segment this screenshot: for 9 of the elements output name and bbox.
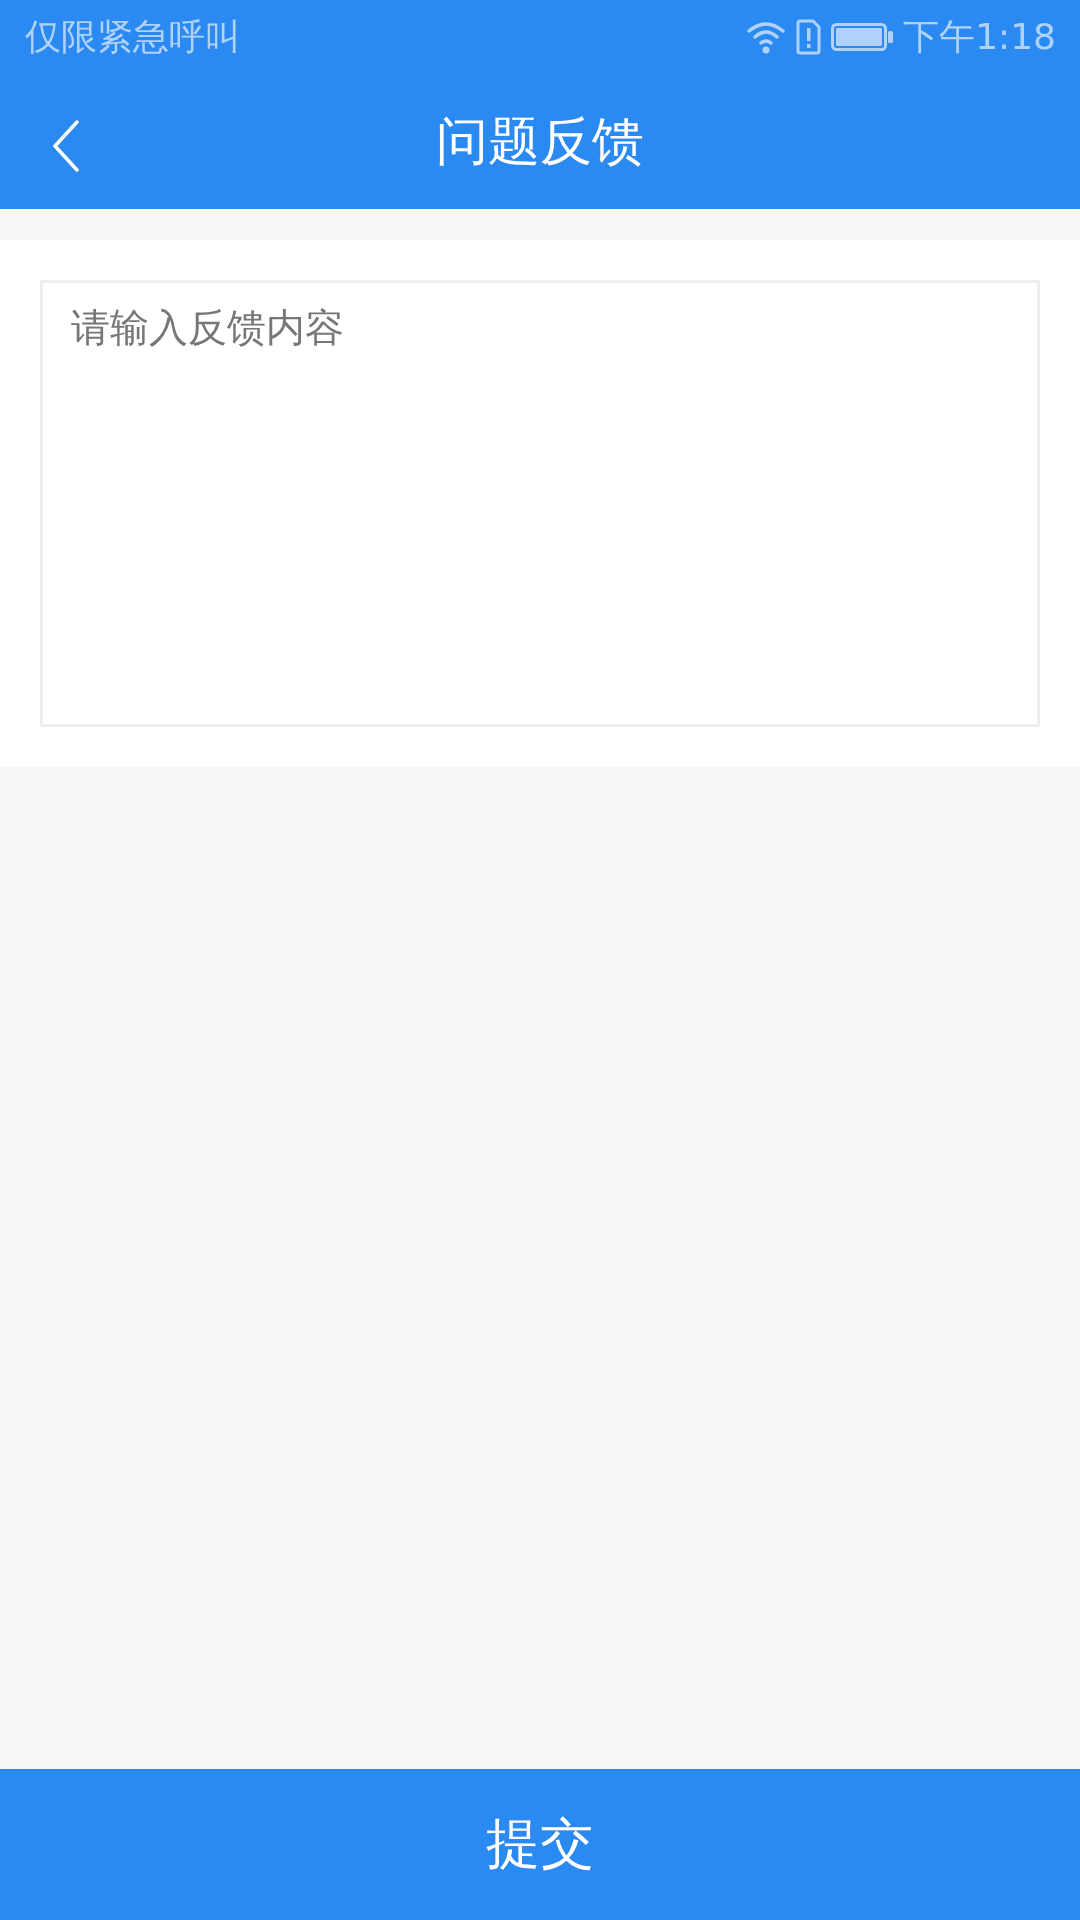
battery-icon (831, 22, 894, 51)
back-icon (52, 120, 80, 172)
wifi-icon (746, 19, 787, 54)
sim-alert-icon (796, 18, 822, 55)
submit-button[interactable]: 提交 (0, 1769, 1080, 1920)
carrier-status: 仅限紧急呼叫 (25, 14, 241, 59)
clock-time: 下午1:18 (903, 14, 1056, 59)
feedback-input-field[interactable]: 请输入反馈内容 (40, 280, 1040, 727)
page-title: 问题反馈 (436, 110, 644, 173)
